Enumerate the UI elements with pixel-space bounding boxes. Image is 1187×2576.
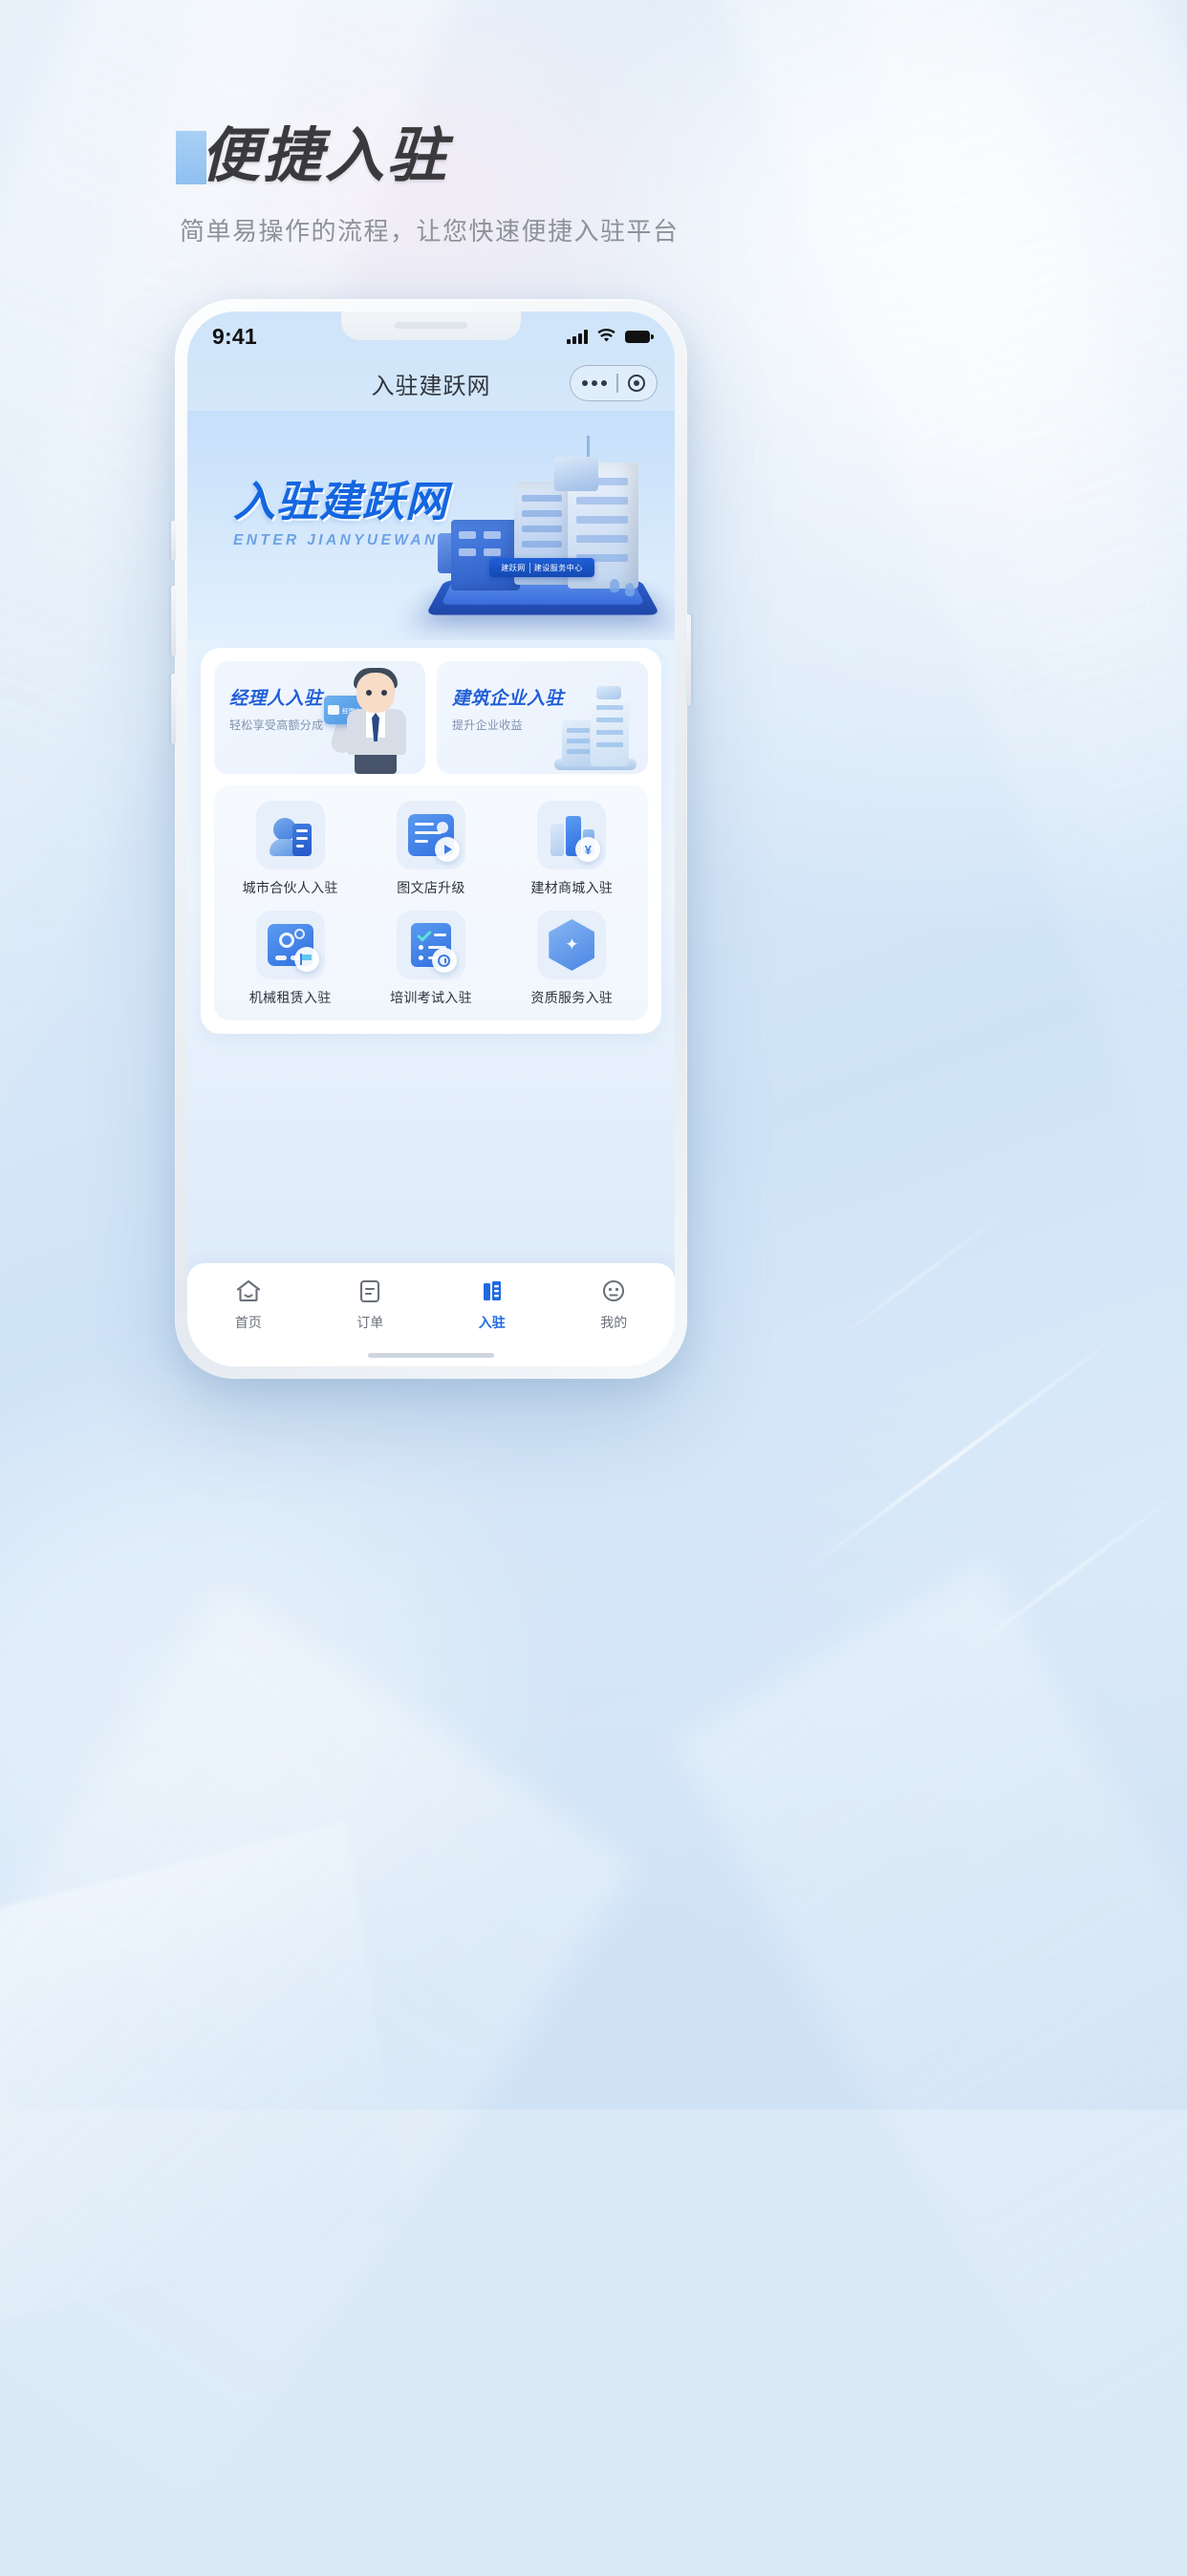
building-antenna <box>587 436 590 457</box>
tab-profile[interactable]: 我的 <box>553 1277 676 1332</box>
company-building-illustration <box>552 682 640 770</box>
more-dots-icon[interactable] <box>582 380 607 386</box>
phone-mute-button <box>171 521 176 561</box>
yuan-badge-icon: ¥ <box>575 837 601 862</box>
building-tree <box>610 579 619 592</box>
target-circle-icon[interactable] <box>628 375 645 392</box>
grid-item-city-partner[interactable]: 城市合伙人入驻 <box>220 801 360 897</box>
page-title-text: 便捷入驻 <box>201 123 450 189</box>
tab-label: 我的 <box>600 1315 628 1330</box>
manager-person-illustration: 经理人 <box>324 667 420 774</box>
background-glow <box>669 29 1166 430</box>
grid-item-label: 建材商城入驻 <box>530 880 614 895</box>
building-rooftop <box>554 457 598 491</box>
notch-speaker <box>395 322 467 329</box>
tab-label: 首页 <box>234 1315 262 1330</box>
background-light-line <box>819 1201 1020 1353</box>
service-grid-items: 城市合伙人入驻 图文店升级 ¥ 建材商城入驻 机械租赁入驻 培训考试入驻 ✦ 资… <box>220 801 642 1007</box>
background-streak <box>817 0 1187 1066</box>
tab-label: 入驻 <box>478 1315 506 1330</box>
miniprogram-capsule[interactable] <box>570 365 658 401</box>
phone-volume-up-button <box>171 586 176 656</box>
grid-item-label: 机械租赁入驻 <box>248 990 332 1005</box>
service-grid: 城市合伙人入驻 图文店升级 ¥ 建材商城入驻 机械租赁入驻 培训考试入驻 ✦ 资… <box>214 785 648 1020</box>
capsule-divider <box>616 374 618 393</box>
background-light-line <box>806 1326 1129 1572</box>
wifi-icon <box>597 329 615 342</box>
tab-label: 订单 <box>356 1315 384 1330</box>
background-polygon <box>0 1820 403 2342</box>
bottom-tab-bar: 首页 订单 入驻 我的 <box>187 1263 675 1366</box>
background-streak <box>672 0 1187 1377</box>
grid-item-label: 培训考试入驻 <box>390 990 472 1005</box>
background-light-line <box>957 1486 1187 1661</box>
tab-home[interactable]: 首页 <box>187 1277 310 1332</box>
play-badge-icon <box>434 837 460 862</box>
tab-settle-in[interactable]: 入驻 <box>431 1277 553 1332</box>
flag-badge-icon <box>293 947 319 972</box>
settle-in-icon <box>478 1277 507 1305</box>
page-title: 便捷入驻 <box>176 127 449 186</box>
phone-notch <box>341 311 521 340</box>
machinery-rental-icon <box>255 911 325 979</box>
page-subtitle: 简单易操作的流程，让您快速便捷入驻平台 <box>180 217 680 246</box>
tab-order[interactable]: 订单 <box>310 1277 432 1332</box>
hero-banner[interactable]: 入驻建跃网 ENTER JIANYUEWANG 建跃网 建设服务中心 <box>187 411 675 640</box>
qualification-service-icon: ✦ <box>537 911 607 979</box>
grid-item-training-exam[interactable]: 培训考试入驻 <box>360 911 501 1007</box>
phone-volume-down-button <box>171 674 176 744</box>
promo-row: 经理人入驻 轻松享受高额分成 经理人 <box>214 661 648 774</box>
graphic-shop-icon <box>396 801 465 869</box>
training-exam-icon <box>396 911 465 979</box>
battery-full-icon <box>625 330 654 343</box>
home-indicator <box>368 1353 494 1358</box>
grid-item-label: 城市合伙人入驻 <box>242 880 338 895</box>
phone-mockup: 9:41 入驻建跃网 入驻建跃网 ENTER JIANYUEWANG 建跃网 建… <box>171 299 691 1379</box>
signal-bars-icon <box>567 329 588 344</box>
content-sheet: 经理人入驻 轻松享受高额分成 经理人 <box>201 648 661 1034</box>
home-icon <box>234 1277 263 1305</box>
background-streak <box>671 1560 1187 2487</box>
building-tower <box>451 520 520 590</box>
building-sign-right: 建设服务中心 <box>533 563 583 572</box>
status-icons <box>567 329 654 344</box>
profile-icon <box>599 1277 628 1305</box>
clock-badge-icon <box>431 948 457 973</box>
background-glow <box>229 86 631 315</box>
grid-item-machinery-rental[interactable]: 机械租赁入驻 <box>220 911 360 1007</box>
order-icon <box>356 1277 384 1305</box>
building-tree <box>625 583 635 596</box>
material-mall-icon: ¥ <box>537 801 607 869</box>
building-sign: 建跃网 建设服务中心 <box>489 558 594 577</box>
app-nav-bar: 入驻建跃网 <box>187 355 675 411</box>
grid-item-qualification-service[interactable]: ✦ 资质服务入驻 <box>502 911 642 1007</box>
status-time: 9:41 <box>212 323 257 349</box>
phone-screen: 9:41 入驻建跃网 入驻建跃网 ENTER JIANYUEWANG 建跃网 建… <box>187 311 675 1366</box>
building-sign-left: 建跃网 <box>501 563 526 572</box>
grid-item-material-mall[interactable]: ¥ 建材商城入驻 <box>502 801 642 897</box>
promo-card-company[interactable]: 建筑企业入驻 提升企业收益 <box>437 661 648 774</box>
grid-item-label: 资质服务入驻 <box>530 990 614 1005</box>
city-partner-icon <box>255 801 325 869</box>
promo-card-manager[interactable]: 经理人入驻 轻松享受高额分成 经理人 <box>214 661 425 774</box>
isometric-building-illustration: 建跃网 建设服务中心 <box>419 434 667 634</box>
grid-item-label: 图文店升级 <box>397 880 465 895</box>
grid-item-graphic-shop[interactable]: 图文店升级 <box>360 801 501 897</box>
